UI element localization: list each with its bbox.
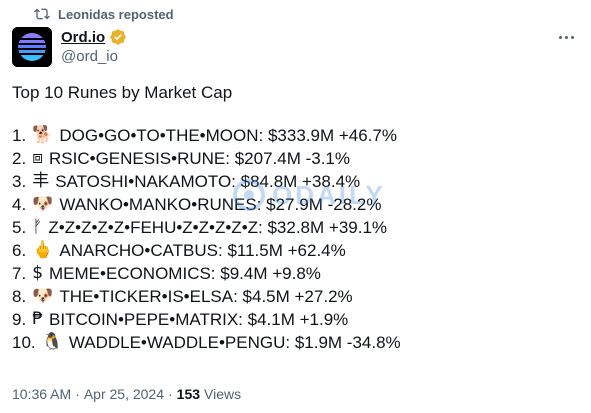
display-name[interactable]: Ord.io	[61, 29, 105, 46]
fehu-icon: ᚠ	[32, 217, 43, 237]
middle-finger-icon: 🖕	[32, 240, 54, 260]
rune-entry: SATOSHI•NAKAMOTO: $84.8M +38.4%	[55, 172, 361, 191]
post-headline: Top 10 Runes by Market Cap	[12, 83, 233, 102]
list-item: 8. 🐶 THE•TICKER•IS•ELSA: $4.5M +27.2%	[12, 285, 577, 308]
separator: ·	[75, 386, 80, 402]
rune-symbol-icon: 丰	[32, 171, 50, 191]
rune-entry: Z•Z•Z•Z•Z•FEHU•Z•Z•Z•Z•Z: $32.8M +39.1%	[48, 218, 388, 237]
list-item: 9. ₱ BITCOIN•PEPE•MATRIX: $4.1M +1.9%	[12, 308, 577, 331]
name-row: Ord.io	[61, 27, 127, 47]
author-block: Ord.io @ord_io	[61, 27, 127, 65]
ord-io-logo	[12, 27, 52, 67]
square-icon: ⧈	[32, 148, 43, 168]
rune-entry: DOG•GO•TO•THE•MOON: $333.9M +46.7%	[59, 126, 397, 145]
views-label: Views	[204, 386, 242, 402]
more-dot-icon	[564, 35, 568, 39]
rank: 2.	[12, 149, 27, 168]
rank: 5.	[12, 218, 27, 237]
penguin-icon: 🐧	[41, 332, 63, 352]
rank: 10.	[12, 333, 36, 352]
more-dot-icon	[558, 35, 562, 39]
more-options-button[interactable]	[555, 28, 577, 46]
list-item: 1. 🐕 DOG•GO•TO•THE•MOON: $333.9M +46.7%	[12, 124, 577, 147]
separator: ·	[168, 386, 173, 402]
repost-icon	[34, 8, 50, 20]
rune-entry: WADDLE•WADDLE•PENGU: $1.9M -34.8%	[68, 333, 401, 352]
more-dot-icon	[570, 35, 574, 39]
views-count: 153	[176, 386, 201, 402]
rune-entry: MEME•ECONOMICS: $9.4M +9.8%	[49, 264, 321, 283]
rune-entry: WANKO•MANKO•RUNES: $27.9M -28.2%	[59, 195, 382, 214]
peso-icon: ₱	[32, 309, 44, 329]
post-meta: 10:36 AM · Apr 25, 2024 · 153 Views	[12, 386, 241, 402]
rank: 3.	[12, 172, 27, 191]
rune-entry: THE•TICKER•IS•ELSA: $4.5M +27.2%	[59, 287, 353, 306]
list-item: 6. 🖕 ANARCHO•CATBUS: $11.5M +62.4%	[12, 239, 577, 262]
dollar-icon: $	[32, 263, 44, 283]
list-item: 3. 丰 SATOSHI•NAKAMOTO: $84.8M +38.4%	[12, 170, 577, 193]
rune-list: 1. 🐕 DOG•GO•TO•THE•MOON: $333.9M +46.7% 2.…	[12, 124, 577, 354]
handle[interactable]: @ord_io	[61, 48, 127, 65]
repost-text: Leonidas reposted	[58, 6, 174, 22]
rune-entry: ANARCHO•CATBUS: $11.5M +62.4%	[59, 241, 346, 260]
rune-entry: RSIC•GENESIS•RUNE: $207.4M -3.1%	[49, 149, 351, 168]
dog-icon: 🐕	[32, 125, 54, 145]
rank: 1.	[12, 126, 27, 145]
rank: 8.	[12, 287, 27, 306]
list-item: 5. ᚠ Z•Z•Z•Z•Z•FEHU•Z•Z•Z•Z•Z: $32.8M +39.…	[12, 216, 577, 239]
list-item: 4. 🐶 WANKO•MANKO•RUNES: $27.9M -28.2%	[12, 193, 577, 216]
dog-face-icon: 🐶	[32, 286, 54, 306]
list-item: 7. $ MEME•ECONOMICS: $9.4M +9.8%	[12, 262, 577, 285]
post-time[interactable]: 10:36 AM	[12, 386, 71, 402]
avatar[interactable]	[12, 27, 52, 67]
rune-entry: BITCOIN•PEPE•MATRIX: $4.1M +1.9%	[49, 310, 349, 329]
rank: 6.	[12, 241, 27, 260]
repost-indicator[interactable]: Leonidas reposted	[34, 5, 174, 23]
list-item: 10. 🐧 WADDLE•WADDLE•PENGU: $1.9M -34.8%	[12, 331, 577, 354]
rank: 7.	[12, 264, 27, 283]
verified-badge-icon[interactable]	[109, 28, 127, 46]
rank: 9.	[12, 310, 27, 329]
post-text: Top 10 Runes by Market Cap 1. 🐕 DOG•GO•TO•…	[12, 81, 577, 354]
list-item: 2. ⧈ RSIC•GENESIS•RUNE: $207.4M -3.1%	[12, 147, 577, 170]
dog-face-icon: 🐶	[32, 194, 54, 214]
post-date[interactable]: Apr 25, 2024	[84, 386, 164, 402]
rank: 4.	[12, 195, 27, 214]
